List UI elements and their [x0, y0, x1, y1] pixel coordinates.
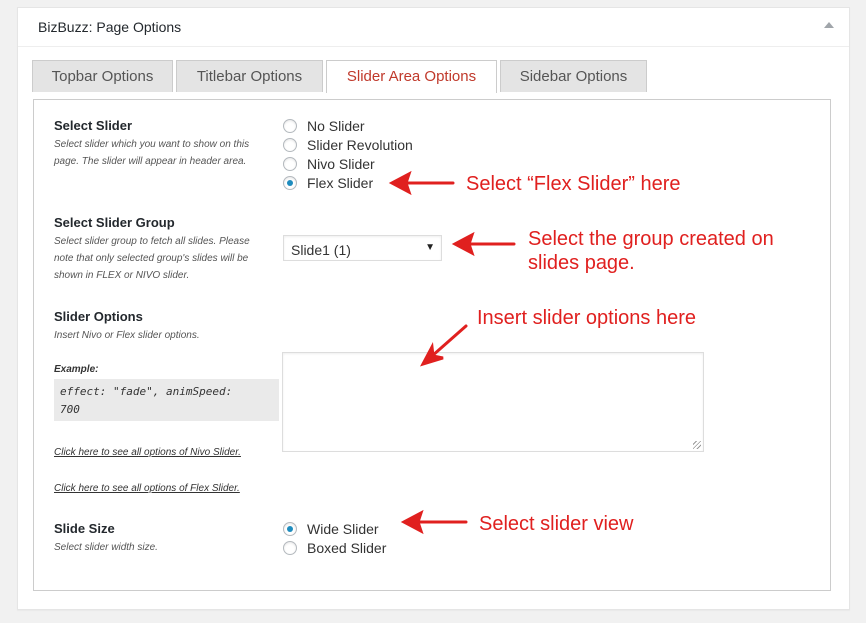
description-line: Select slider which you want to show on …	[54, 139, 250, 150]
tab-topbar-options[interactable]: Topbar Options	[32, 60, 173, 92]
example-label: Example:	[54, 364, 99, 375]
annotation-slider-group: Select the group created on slides page.	[528, 227, 774, 275]
radio-nivo-slider[interactable]: Nivo Slider	[283, 154, 375, 173]
tab-titlebar-options[interactable]: Titlebar Options	[176, 60, 323, 92]
annotation-line: Select the group created on	[528, 228, 774, 250]
slider-options-description: Insert Nivo or Flex slider options.	[54, 330, 200, 341]
code-line: effect: "fade", animSpeed:	[60, 385, 233, 398]
slider-area-options-panel	[33, 99, 831, 591]
resize-handle-icon[interactable]	[693, 441, 701, 449]
nivo-options-link[interactable]: Click here to see all options of Nivo Sl…	[54, 447, 241, 458]
radio-button[interactable]	[283, 540, 297, 555]
collapse-toggle-icon[interactable]	[824, 22, 834, 28]
radio-boxed-slider[interactable]: Boxed Slider	[283, 538, 386, 557]
radio-label: Wide Slider	[307, 520, 379, 537]
description-line: page. The slider will appear in header a…	[54, 156, 247, 167]
slider-group-description: Select slider group to fetch all slides.…	[54, 233, 250, 284]
select-slider-label: Select Slider	[54, 118, 133, 133]
select-value: Slide1 (1)	[291, 242, 351, 258]
radio-slider-revolution[interactable]: Slider Revolution	[283, 135, 413, 154]
code-line: 700	[60, 403, 80, 416]
radio-button[interactable]	[283, 156, 297, 171]
dropdown-arrow-icon: ▼	[425, 242, 435, 253]
description-line: note that only selected group's slides w…	[54, 253, 249, 264]
tab-slider-area-options[interactable]: Slider Area Options	[326, 60, 497, 93]
radio-label: Slider Revolution	[307, 136, 413, 153]
description-line: Select slider group to fetch all slides.…	[54, 236, 250, 247]
description-line: shown in FLEX or NIVO slider.	[54, 270, 190, 281]
example-code: effect: "fade", animSpeed: 700	[54, 379, 279, 421]
radio-label: Boxed Slider	[307, 539, 387, 556]
radio-button[interactable]	[283, 118, 297, 133]
radio-wide-slider[interactable]: Wide Slider	[283, 519, 379, 538]
flex-options-link[interactable]: Click here to see all options of Flex Sl…	[54, 483, 240, 494]
radio-button[interactable]	[283, 137, 297, 152]
radio-no-slider[interactable]: No Slider	[283, 116, 365, 135]
annotation-slider-view: Select slider view	[479, 513, 634, 535]
radio-button-checked[interactable]	[283, 175, 297, 190]
radio-label: No Slider	[307, 117, 365, 134]
slide-size-description: Select slider width size.	[54, 542, 158, 553]
annotation-flex-slider: Select “Flex Slider” here	[466, 173, 681, 195]
metabox-title: BizBuzz: Page Options	[38, 19, 182, 35]
slide-size-label: Slide Size	[54, 521, 115, 536]
radio-label: Flex Slider	[307, 174, 374, 191]
radio-flex-slider[interactable]: Flex Slider	[283, 173, 373, 192]
metabox-header: BizBuzz: Page Options	[18, 8, 849, 47]
slider-group-label: Select Slider Group	[54, 215, 175, 230]
tab-sidebar-options[interactable]: Sidebar Options	[500, 60, 647, 92]
slider-options-textarea[interactable]	[282, 352, 704, 452]
slider-group-select[interactable]: Slide1 (1) ▼	[283, 235, 442, 261]
annotation-slider-options: Insert slider options here	[477, 307, 697, 329]
annotation-line: slides page.	[528, 252, 635, 274]
radio-button-checked[interactable]	[283, 521, 297, 536]
select-slider-description: Select slider which you want to show on …	[54, 136, 249, 170]
radio-label: Nivo Slider	[307, 155, 375, 172]
slider-options-label: Slider Options	[54, 309, 143, 324]
